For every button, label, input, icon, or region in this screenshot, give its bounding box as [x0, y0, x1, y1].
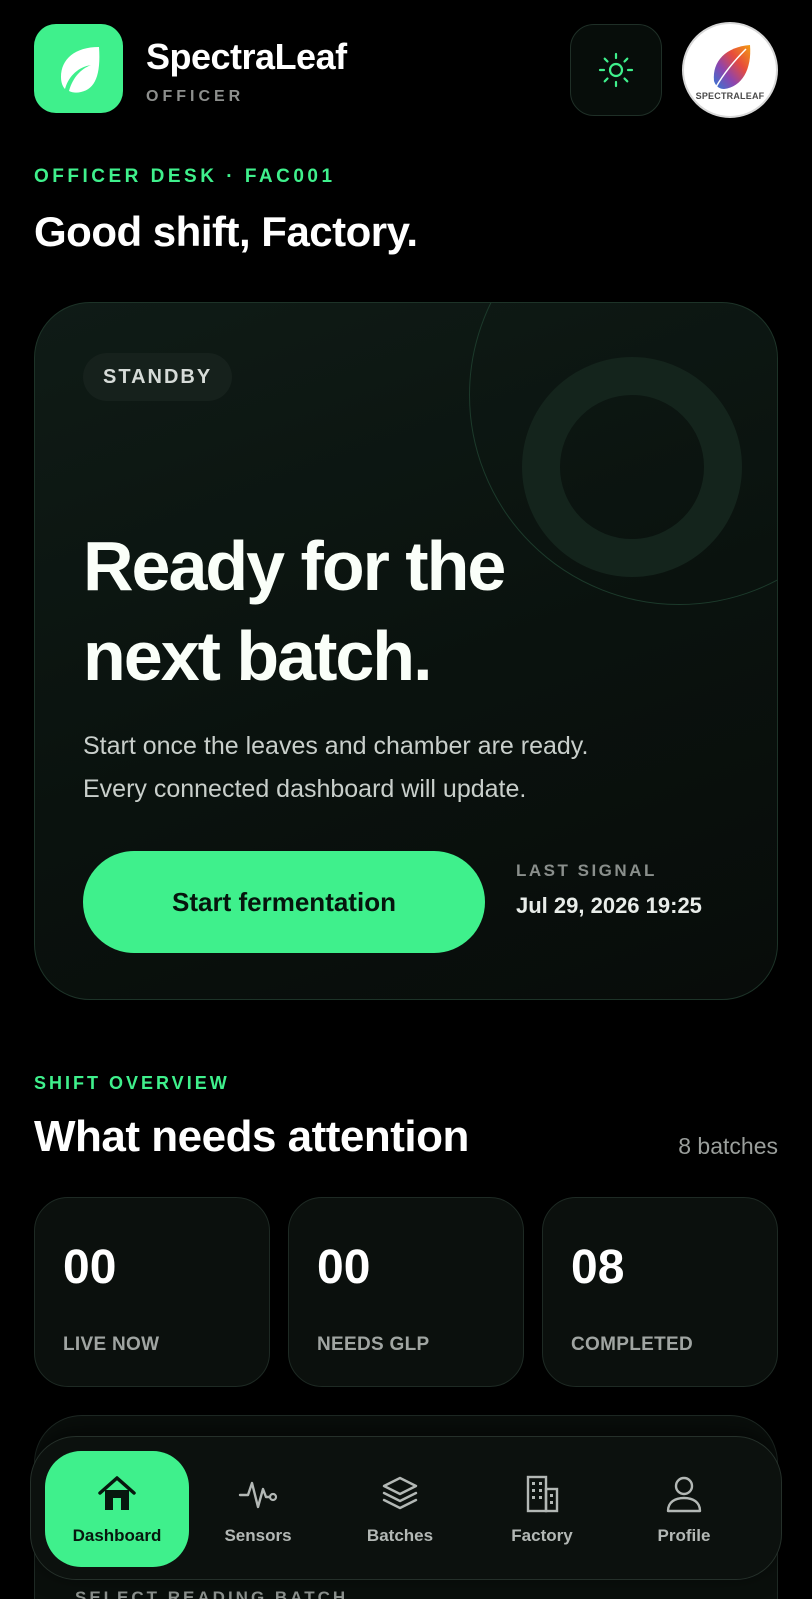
avatar-logo-text: SPECTRALEAF	[695, 91, 765, 101]
bottom-navigation: Dashboard Sensors Batches Factory Profil…	[30, 1436, 782, 1580]
hero-title: Ready for the next batch.	[83, 521, 643, 701]
leaf-icon	[34, 24, 123, 113]
dashboard-screen: SpectraLeaf OFFICER SPECTRALEAF OFFICER …	[0, 0, 812, 1599]
overview-eyebrow: SHIFT OVERVIEW	[34, 1073, 230, 1093]
hero-description-line: Every connected dashboard will update.	[83, 775, 527, 803]
home-icon	[95, 1472, 139, 1516]
stat-label: COMPLETED	[571, 1334, 693, 1355]
sun-icon	[598, 52, 634, 88]
last-signal-label: LAST SIGNAL	[516, 861, 657, 880]
batch-status-card: STANDBY Ready for the next batch. Start …	[34, 302, 778, 1000]
stat-value: 08	[571, 1241, 625, 1294]
batch-count: 8 batches	[678, 1133, 778, 1159]
stat-card-needs-glp[interactable]: 00 NEEDS GLP	[288, 1197, 524, 1387]
building-icon	[520, 1472, 564, 1516]
stat-card-live-now[interactable]: 00 LIVE NOW	[34, 1197, 270, 1387]
stat-value: 00	[317, 1241, 371, 1294]
app-role: OFFICER	[146, 88, 245, 105]
nav-label: Factory	[511, 1526, 573, 1545]
stat-label: LIVE NOW	[63, 1334, 160, 1355]
nav-label: Sensors	[224, 1526, 292, 1545]
stat-label: NEEDS GLP	[317, 1334, 430, 1355]
stat-card-completed[interactable]: 08 COMPLETED	[542, 1197, 778, 1387]
status-badge: STANDBY	[83, 353, 233, 401]
desk-eyebrow: OFFICER DESK · FAC001	[34, 166, 336, 187]
nav-label: Batches	[366, 1526, 434, 1545]
pulse-icon	[236, 1472, 280, 1516]
nav-item-sensors[interactable]: Sensors	[186, 1451, 330, 1567]
user-icon	[662, 1472, 706, 1516]
app-name: SpectraLeaf	[146, 36, 347, 77]
overview-title: What needs attention	[34, 1112, 469, 1161]
app-header: SpectraLeaf OFFICER SPECTRALEAF	[34, 22, 778, 118]
select-reading-batch-label: SELECT READING BATCH	[75, 1588, 349, 1599]
hero-description: Start once the leaves and chamber are re…	[83, 725, 683, 811]
spectraleaf-logo-icon	[713, 45, 751, 89]
nav-label: Profile	[657, 1526, 711, 1545]
stats-row: 00 LIVE NOW 00 NEEDS GLP 08 COMPLETED	[34, 1197, 778, 1387]
theme-toggle-button[interactable]	[570, 24, 662, 116]
nav-item-batches[interactable]: Batches	[328, 1451, 472, 1567]
nav-label: Dashboard	[72, 1526, 162, 1545]
nav-item-profile[interactable]: Profile	[612, 1451, 756, 1567]
nav-item-factory[interactable]: Factory	[470, 1451, 614, 1567]
start-fermentation-button[interactable]: Start fermentation	[83, 851, 485, 953]
page-title: Good shift, Factory.	[34, 208, 418, 255]
nav-item-dashboard[interactable]: Dashboard	[45, 1451, 189, 1567]
hero-title-line: Ready for the	[83, 527, 506, 605]
hero-description-line: Start once the leaves and chamber are re…	[83, 732, 589, 760]
layers-icon	[378, 1472, 422, 1516]
hero-title-line: next batch.	[83, 617, 433, 695]
avatar[interactable]: SPECTRALEAF	[682, 22, 778, 118]
last-signal-timestamp: Jul 29, 2026 19:25	[516, 893, 702, 918]
stat-value: 00	[63, 1241, 117, 1294]
